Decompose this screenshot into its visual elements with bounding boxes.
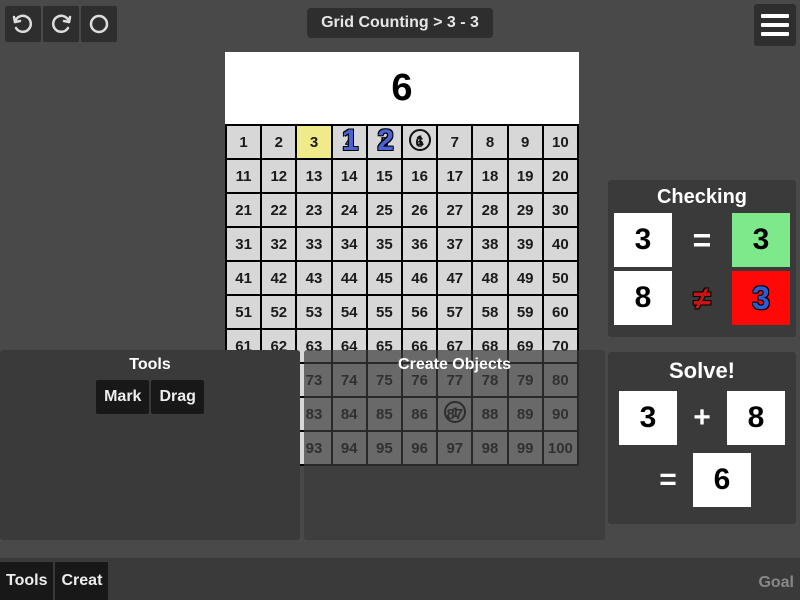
grid-cell[interactable]: 53 <box>297 296 330 328</box>
grid-cell[interactable]: 42 <box>262 262 295 294</box>
tools-panel: Tools MarkDrag <box>0 350 300 540</box>
grid-cell[interactable]: 39 <box>509 228 542 260</box>
grid-cell[interactable]: 51 <box>227 296 260 328</box>
grid-cell[interactable]: 26 <box>403 194 436 226</box>
grid-cell[interactable]: 29 <box>509 194 542 226</box>
grid-cell[interactable]: 22 <box>262 194 295 226</box>
grid-cell[interactable]: 44 <box>333 262 366 294</box>
grid-cell[interactable]: 5 <box>368 126 401 158</box>
grid-cell[interactable]: 10 <box>544 126 577 158</box>
grid-cell[interactable]: 47 <box>438 262 471 294</box>
grid-cell[interactable]: 52 <box>262 296 295 328</box>
grid-cell[interactable]: 16 <box>403 160 436 192</box>
grid-cell[interactable]: 30 <box>544 194 577 226</box>
check-right[interactable]: 3 <box>732 271 790 325</box>
grid-cell[interactable]: 49 <box>509 262 542 294</box>
solve-a[interactable]: 3 <box>619 391 677 445</box>
grid-cell[interactable]: 9 <box>509 126 542 158</box>
check-op-eq: = <box>677 222 727 259</box>
grid-cell[interactable]: 34 <box>333 228 366 260</box>
grid-cell[interactable]: 41 <box>227 262 260 294</box>
redo-button[interactable] <box>43 6 79 42</box>
check-left[interactable]: 8 <box>614 271 672 325</box>
grid-cell[interactable]: 24 <box>333 194 366 226</box>
grid-cell[interactable]: 45 <box>368 262 401 294</box>
tool-drag[interactable]: Drag <box>151 380 203 414</box>
grid-cell[interactable]: 13 <box>297 160 330 192</box>
grid-cell[interactable]: 14 <box>333 160 366 192</box>
redo-icon <box>49 12 73 36</box>
menu-icon <box>761 14 789 18</box>
create-objects-panel: Create Objects <box>304 350 605 540</box>
undo-button[interactable] <box>5 6 41 42</box>
circle-icon <box>87 12 111 36</box>
solve-op: + <box>687 401 717 435</box>
solve-panel: Solve! 3 + 8 = 6 <box>608 352 796 524</box>
grid-cell[interactable]: 32 <box>262 228 295 260</box>
grid-cell[interactable]: 46 <box>403 262 436 294</box>
create-objects-title: Create Objects <box>304 350 605 380</box>
checking-title: Checking <box>614 186 790 209</box>
bottom-creat[interactable]: Creat <box>55 562 108 600</box>
grid-cell[interactable]: 27 <box>438 194 471 226</box>
grid-cell[interactable]: 23 <box>297 194 330 226</box>
grid-cell[interactable]: 3 <box>297 126 330 158</box>
tool-mark[interactable]: Mark <box>96 380 149 414</box>
grid-cell[interactable]: 37 <box>438 228 471 260</box>
grid-cell[interactable]: 1 <box>227 126 260 158</box>
grid-cell[interactable]: 15 <box>368 160 401 192</box>
solve-result[interactable]: 6 <box>693 453 751 507</box>
grid-cell[interactable]: 25 <box>368 194 401 226</box>
bottom-bar: ToolsCreat Goal <box>0 558 800 600</box>
check-right[interactable]: 3 <box>732 213 790 267</box>
grid-cell[interactable]: 38 <box>473 228 506 260</box>
menu-button[interactable] <box>754 4 796 46</box>
grid-cell[interactable]: 11 <box>227 160 260 192</box>
grid-cell[interactable]: 55 <box>368 296 401 328</box>
overlay-circle: 1 <box>409 129 431 151</box>
goal-button[interactable]: Goal <box>758 574 794 592</box>
grid-cell[interactable]: 21 <box>227 194 260 226</box>
grid-cell[interactable]: 56 <box>403 296 436 328</box>
grid-cell[interactable]: 8 <box>473 126 506 158</box>
grid-cell[interactable]: 4 <box>333 126 366 158</box>
breadcrumb[interactable]: Grid Counting > 3 - 3 <box>307 8 493 38</box>
grid-cell[interactable]: 19 <box>509 160 542 192</box>
grid-cell[interactable]: 54 <box>333 296 366 328</box>
solve-eq: = <box>653 463 683 497</box>
grid-cell[interactable]: 60 <box>544 296 577 328</box>
checking-panel: Checking 3=38≠3 <box>608 180 796 337</box>
tools-title: Tools <box>0 350 300 380</box>
grid-cell[interactable]: 2 <box>262 126 295 158</box>
grid-cell[interactable]: 12 <box>262 160 295 192</box>
grid-cell[interactable]: 31 <box>227 228 260 260</box>
grid-cell[interactable]: 18 <box>473 160 506 192</box>
solve-title: Solve! <box>614 358 790 384</box>
solve-b[interactable]: 8 <box>727 391 785 445</box>
display-number: 6 <box>225 52 579 124</box>
grid-cell[interactable]: 48 <box>473 262 506 294</box>
status-button[interactable] <box>81 6 117 42</box>
grid-cell[interactable]: 35 <box>368 228 401 260</box>
bottom-tools[interactable]: Tools <box>0 562 53 600</box>
grid-cell[interactable]: 50 <box>544 262 577 294</box>
grid-cell[interactable]: 17 <box>438 160 471 192</box>
grid-cell[interactable]: 57 <box>438 296 471 328</box>
grid-cell[interactable]: 43 <box>297 262 330 294</box>
grid-cell[interactable]: 58 <box>473 296 506 328</box>
grid-cell[interactable]: 20 <box>544 160 577 192</box>
check-op-neq: ≠ <box>677 280 727 317</box>
grid-cell[interactable]: 28 <box>473 194 506 226</box>
grid-cell[interactable]: 40 <box>544 228 577 260</box>
check-left[interactable]: 3 <box>614 213 672 267</box>
grid-cell[interactable]: 59 <box>509 296 542 328</box>
grid-cell[interactable]: 33 <box>297 228 330 260</box>
grid-cell[interactable]: 36 <box>403 228 436 260</box>
undo-icon <box>11 12 35 36</box>
grid-cell[interactable]: 7 <box>438 126 471 158</box>
